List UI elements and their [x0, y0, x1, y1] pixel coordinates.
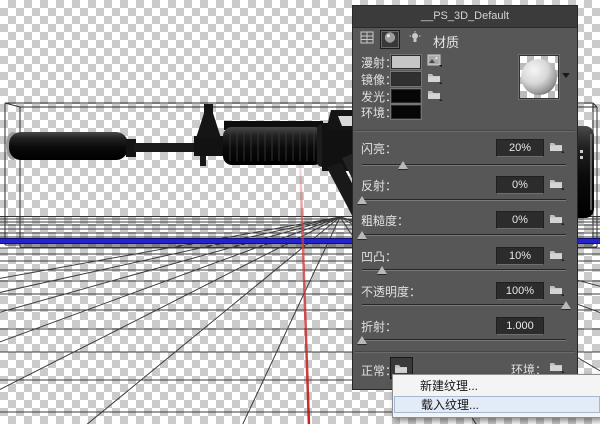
shine-slider[interactable]: [362, 161, 566, 169]
roughness-row: 粗糙度： 0%: [353, 211, 577, 229]
opacity-value[interactable]: 100%: [496, 282, 544, 300]
reflection-slider[interactable]: [357, 196, 566, 204]
panel-tab-label: 材质: [433, 35, 460, 50]
opacity-row: 不透明度： 100%: [353, 282, 577, 300]
lights-filter-button[interactable]: [405, 30, 425, 49]
refraction-label: 折射：: [361, 320, 398, 334]
shine-value[interactable]: 20%: [496, 139, 544, 157]
texture-context-menu: 新建纹理... 载入纹理...: [392, 374, 600, 418]
suppressor: [9, 132, 128, 160]
slider-thumb[interactable]: [397, 161, 408, 169]
material-preview-sphere: [521, 59, 557, 95]
roughness-slider[interactable]: [357, 231, 566, 239]
refraction-value[interactable]: 1.000: [496, 317, 544, 335]
ambient-color-swatch[interactable]: [391, 105, 421, 119]
slider-thumb[interactable]: [357, 231, 367, 239]
bump-row: 凹凸： 10%: [353, 247, 577, 265]
texture-image-icon[interactable]: [427, 54, 443, 72]
slider-thumb[interactable]: [357, 196, 367, 204]
divider: [355, 351, 575, 353]
opacity-label: 不透明度：: [361, 285, 422, 299]
materials-filter-button[interactable]: [380, 30, 400, 49]
reflection-value[interactable]: 0%: [496, 176, 544, 194]
refraction-slider[interactable]: [357, 336, 566, 344]
shine-row: 闪亮： 20%: [353, 139, 577, 157]
divider: [355, 130, 575, 132]
menu-item-load-texture[interactable]: 载入纹理...: [394, 396, 600, 413]
slider-thumb[interactable]: [561, 301, 571, 309]
scene-filter-icon: [360, 31, 374, 49]
material-preview-dropdown-icon[interactable]: [562, 73, 570, 78]
diffuse-color-swatch[interactable]: [391, 55, 421, 69]
menu-item-new-texture[interactable]: 新建纹理...: [394, 378, 600, 395]
folder-icon[interactable]: [549, 140, 565, 158]
scene-filter-button[interactable]: [357, 30, 377, 49]
ambient-row: 环境：: [353, 104, 577, 120]
folder-icon[interactable]: [549, 212, 565, 230]
front-sight: [196, 110, 221, 138]
bump-label: 凹凸：: [361, 250, 398, 264]
opacity-slider[interactable]: [362, 301, 571, 309]
material-preview[interactable]: [519, 55, 559, 99]
folder-icon[interactable]: [549, 283, 565, 301]
bump-value[interactable]: 10%: [496, 247, 544, 265]
bump-slider[interactable]: [362, 266, 566, 274]
slider-thumb[interactable]: [377, 266, 388, 274]
reflection-row: 反射： 0%: [353, 176, 577, 194]
handguard: [223, 127, 323, 165]
panel-title[interactable]: __PS_3D_Default: [353, 6, 577, 28]
specular-color-swatch[interactable]: [391, 72, 421, 86]
folder-icon[interactable]: [549, 177, 565, 195]
photoshop-3d-canvas[interactable]: __PS_3D_Default 材质 漫射： 镜像： 发光： 环境： 闪亮： 2…: [0, 0, 600, 424]
roughness-label: 粗糙度：: [361, 214, 410, 228]
roughness-value[interactable]: 0%: [496, 211, 544, 229]
refraction-row: 折射： 1.000: [353, 317, 577, 335]
filter-toolbar: 材质: [353, 30, 577, 52]
folder-icon[interactable]: [427, 71, 443, 89]
slider-thumb[interactable]: [357, 336, 367, 344]
illumination-color-swatch[interactable]: [391, 89, 421, 103]
reflection-label: 反射：: [361, 179, 398, 193]
folder-icon[interactable]: [549, 248, 565, 266]
3d-material-panel: __PS_3D_Default 材质 漫射： 镜像： 发光： 环境： 闪亮： 2…: [352, 5, 578, 390]
materials-filter-icon: [383, 31, 397, 49]
lights-filter-icon: [408, 30, 422, 49]
laser-guide-line: [298, 157, 311, 424]
shine-label: 闪亮：: [361, 142, 398, 156]
